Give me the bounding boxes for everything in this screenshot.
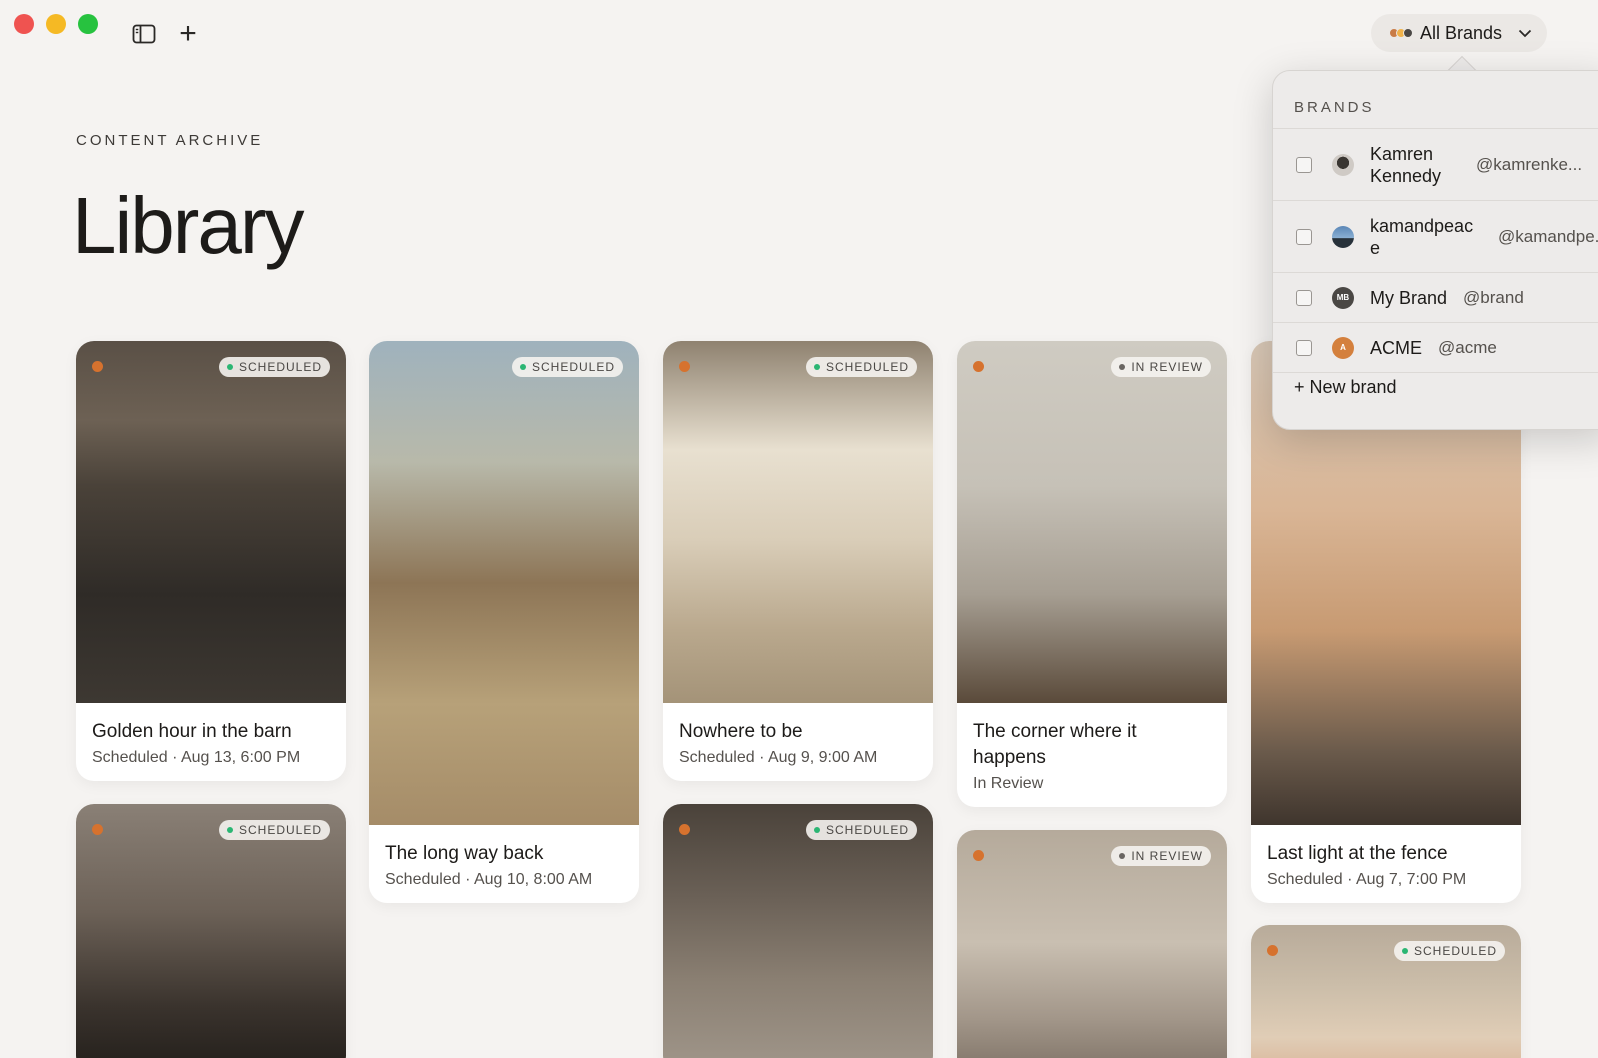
window-controls xyxy=(14,14,98,34)
card-title: The long way back xyxy=(385,843,544,864)
sidebar-toggle-button[interactable] xyxy=(130,20,158,48)
brand-dot xyxy=(92,361,103,372)
brand-checkbox[interactable] xyxy=(1296,228,1312,245)
plus-icon: + xyxy=(179,17,197,50)
brand-dot xyxy=(1267,945,1278,956)
brand-checkbox[interactable] xyxy=(1296,156,1312,173)
brand-handle: @brand xyxy=(1463,287,1524,307)
brand-switcher-label: All Brands xyxy=(1420,22,1503,43)
status-badge: SCHEDULED xyxy=(805,820,917,840)
brand-handle: @kamrenke... xyxy=(1476,154,1583,174)
brand-option[interactable]: kamandpeace @kamandpe... xyxy=(1273,200,1598,272)
card-title: Golden hour in the barn xyxy=(92,721,292,742)
status-badge: SCHEDULED xyxy=(805,357,917,377)
brand-name: ACME xyxy=(1370,337,1423,358)
card-photo: IN REVIEW xyxy=(957,341,1227,703)
content-card[interactable]: IN REVIEW The corner where it happens In… xyxy=(957,341,1227,807)
card-title: Last light at the fence xyxy=(1267,843,1448,864)
brand-dot xyxy=(679,824,690,835)
content-card[interactable]: SCHEDULED xyxy=(1251,925,1521,1058)
brand-handle: @kamandpe... xyxy=(1498,226,1598,246)
card-photo: SCHEDULED xyxy=(76,804,346,1058)
brand-avatar: A xyxy=(1332,336,1354,359)
brand-option[interactable]: MB My Brand @brand xyxy=(1273,272,1598,322)
menu-divider xyxy=(1273,372,1598,373)
brand-switcher[interactable]: All Brands xyxy=(1371,14,1547,52)
content-card[interactable]: IN REVIEW xyxy=(957,830,1227,1058)
brand-avatar xyxy=(1332,153,1354,176)
card-title: The corner where it happens xyxy=(973,721,1137,768)
card-photo: SCHEDULED xyxy=(663,341,933,703)
brand-name: Kamren Kennedy xyxy=(1370,143,1442,186)
brand-checkbox[interactable] xyxy=(1296,289,1312,306)
brand-name: My Brand xyxy=(1370,287,1448,308)
content-card[interactable]: SCHEDULED Golden hour in the barn Schedu… xyxy=(76,341,346,781)
card-photo: IN REVIEW xyxy=(957,830,1227,1058)
card-meta: Scheduled · Aug 7, 7:00 PM xyxy=(1267,871,1467,888)
brand-avatar xyxy=(1332,225,1354,248)
brand-name: kamandpeace xyxy=(1370,215,1474,258)
brand-option[interactable]: A ACME @acme xyxy=(1273,322,1598,372)
brand-dot xyxy=(973,850,984,861)
minimize-window-button[interactable] xyxy=(46,14,66,34)
status-badge: SCHEDULED xyxy=(511,357,623,377)
brand-handle: @acme xyxy=(1438,337,1497,357)
card-meta: Scheduled · Aug 9, 9:00 AM xyxy=(679,749,878,766)
content-card[interactable]: SCHEDULED The long way back Scheduled · … xyxy=(369,341,639,903)
content-card[interactable]: SCHEDULED Nowhere to be Scheduled · Aug … xyxy=(663,341,933,781)
card-photo: SCHEDULED xyxy=(76,341,346,703)
status-badge: IN REVIEW xyxy=(1111,846,1211,866)
card-photo: SCHEDULED xyxy=(369,341,639,825)
content-card[interactable]: SCHEDULED xyxy=(663,804,933,1058)
page-title: Library xyxy=(72,181,305,270)
brand-dot xyxy=(679,361,690,372)
card-meta: Scheduled · Aug 10, 8:00 AM xyxy=(385,871,593,888)
new-item-button[interactable]: + xyxy=(174,17,202,50)
brands-menu-heading: BRANDS xyxy=(1294,99,1375,116)
brand-dot xyxy=(973,361,984,372)
brand-avatar: MB xyxy=(1332,286,1354,309)
brands-dropdown: BRANDS Kamren Kennedy @kamrenke... kaman… xyxy=(1272,70,1598,430)
close-window-button[interactable] xyxy=(14,14,34,34)
status-badge: IN REVIEW xyxy=(1111,357,1211,377)
card-photo: SCHEDULED xyxy=(663,804,933,1058)
card-title: Nowhere to be xyxy=(679,721,803,742)
status-badge: SCHEDULED xyxy=(218,820,330,840)
brand-dots-icon xyxy=(1389,28,1413,38)
zoom-window-button[interactable] xyxy=(78,14,98,34)
card-meta: Scheduled · Aug 13, 6:00 PM xyxy=(92,749,301,766)
card-meta: In Review xyxy=(973,775,1044,792)
brand-option[interactable]: Kamren Kennedy @kamrenke... xyxy=(1273,128,1598,200)
page-eyebrow: CONTENT ARCHIVE xyxy=(76,132,264,149)
status-badge: SCHEDULED xyxy=(218,357,330,377)
new-brand-button[interactable]: + New brand xyxy=(1294,377,1397,398)
content-card[interactable]: SCHEDULED xyxy=(76,804,346,1058)
status-badge: SCHEDULED xyxy=(1393,941,1505,961)
brand-checkbox[interactable] xyxy=(1296,339,1312,356)
brand-dot xyxy=(92,824,103,835)
card-photo: SCHEDULED xyxy=(1251,925,1521,1058)
chevron-down-icon xyxy=(1518,29,1532,37)
sidebar-toggle-icon xyxy=(132,24,156,44)
